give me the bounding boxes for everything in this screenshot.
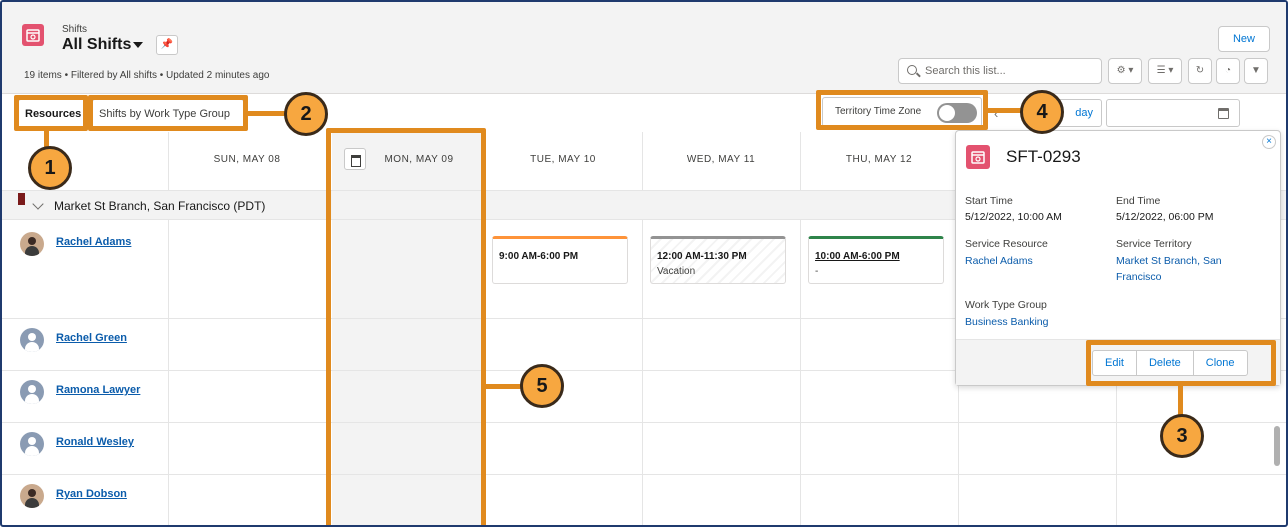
callout-badge-2: 2 bbox=[284, 92, 328, 136]
popover-action-group: Edit Delete Clone bbox=[1092, 350, 1248, 376]
day-calendar-icon[interactable] bbox=[344, 148, 366, 170]
resource-name-link[interactable]: Rachel Green bbox=[56, 332, 127, 344]
chart-icon: ◔ bbox=[1224, 65, 1232, 76]
app-frame: Shifts All Shifts 📌 19 items • Filtered … bbox=[0, 0, 1288, 527]
refresh-button[interactable]: ↻ bbox=[1188, 58, 1212, 84]
territory-time-zone-label: Territory Time Zone bbox=[835, 106, 922, 117]
service-territory-label: Service Territory bbox=[1116, 238, 1192, 250]
filter-button[interactable]: ▼ bbox=[1244, 58, 1268, 84]
avatar bbox=[20, 380, 44, 404]
list-view-chevron-down-icon[interactable] bbox=[133, 42, 143, 48]
callout-badge-5: 5 bbox=[520, 364, 564, 408]
shift-record-icon bbox=[966, 145, 990, 169]
table-view-icon: ☰ ▾ bbox=[1156, 65, 1174, 76]
list-meta-info: 19 items • Filtered by All shifts • Upda… bbox=[24, 70, 270, 81]
start-time-value: 5/12/2022, 10:00 AM bbox=[965, 211, 1062, 223]
territory-group-label: Market St Branch, San Francisco (PDT) bbox=[54, 199, 266, 213]
tab-shifts-by-work-type-group[interactable]: Shifts by Work Type Group bbox=[92, 99, 244, 129]
object-label: Shifts bbox=[62, 24, 88, 35]
list-view-title[interactable]: All Shifts bbox=[62, 36, 131, 54]
end-time-label: End Time bbox=[1116, 195, 1161, 207]
work-type-group-label: Work Type Group bbox=[965, 299, 1047, 311]
search-placeholder: Search this list... bbox=[925, 65, 1006, 77]
resource-name-link[interactable]: Ronald Wesley bbox=[56, 436, 134, 448]
resource-name-link[interactable]: Rachel Adams bbox=[56, 236, 131, 248]
shift-card-selected[interactable]: 10:00 AM-6:00 PM - bbox=[808, 236, 944, 284]
search-input[interactable]: Search this list... bbox=[898, 58, 1102, 84]
group-collapse-chevron-icon[interactable] bbox=[32, 198, 44, 210]
edit-button[interactable]: Edit bbox=[1093, 351, 1137, 375]
date-picker-input[interactable] bbox=[1106, 99, 1240, 127]
callout-connector bbox=[484, 384, 522, 389]
shift-detail-popover: × SFT-0293 Start Time 5/12/2022, 10:00 A… bbox=[955, 130, 1281, 386]
charts-button[interactable]: ◔ bbox=[1216, 58, 1240, 84]
day-header-mon: MON, MAY 09 bbox=[384, 154, 454, 165]
display-as-button[interactable]: ☰ ▾ bbox=[1148, 58, 1182, 84]
delete-button[interactable]: Delete bbox=[1137, 351, 1194, 375]
resource-name-link[interactable]: Ryan Dobson bbox=[56, 488, 127, 500]
gear-icon: ⚙ ▾ bbox=[1116, 65, 1134, 76]
search-icon bbox=[907, 65, 917, 75]
calendar-icon[interactable] bbox=[1218, 108, 1229, 119]
callout-connector bbox=[1178, 384, 1183, 416]
pin-icon: 📌 bbox=[160, 39, 174, 50]
shift-time: 9:00 AM-6:00 PM bbox=[499, 251, 579, 262]
territory-time-zone-control: Territory Time Zone bbox=[822, 97, 982, 127]
territory-time-zone-toggle[interactable] bbox=[937, 103, 977, 123]
shifts-calendar-icon bbox=[22, 24, 44, 46]
shift-time: 10:00 AM-6:00 PM bbox=[815, 251, 900, 262]
filter-icon: ▼ bbox=[1251, 65, 1261, 76]
row-divider bbox=[2, 422, 1286, 423]
pin-list-button[interactable]: 📌 bbox=[156, 35, 178, 55]
shift-time: 12:00 AM-11:30 PM bbox=[657, 251, 747, 262]
shift-card[interactable]: 9:00 AM-6:00 PM bbox=[492, 236, 628, 284]
list-header: Shifts All Shifts 📌 19 items • Filtered … bbox=[2, 2, 1286, 94]
day-header-sun: SUN, MAY 08 bbox=[213, 154, 281, 165]
avatar bbox=[20, 328, 44, 352]
resource-name-link[interactable]: Ramona Lawyer bbox=[56, 384, 140, 396]
day-header-tue: TUE, MAY 10 bbox=[530, 154, 596, 165]
shift-subtitle: Vacation bbox=[657, 266, 696, 277]
close-icon[interactable]: × bbox=[1262, 135, 1276, 149]
callout-badge-1: 1 bbox=[28, 146, 72, 190]
refresh-icon: ↻ bbox=[1195, 65, 1205, 76]
day-header-wed: WED, MAY 11 bbox=[686, 154, 756, 165]
work-type-group-link[interactable]: Business Banking bbox=[965, 314, 1048, 330]
shift-card[interactable]: 12:00 AM-11:30 PM Vacation bbox=[650, 236, 786, 284]
vertical-scrollbar[interactable] bbox=[1274, 426, 1280, 466]
list-settings-button[interactable]: ⚙ ▾ bbox=[1108, 58, 1142, 84]
callout-connector bbox=[246, 111, 286, 116]
tab-resources[interactable]: Resources bbox=[18, 99, 86, 129]
popover-footer: Edit Delete Clone bbox=[956, 339, 1280, 385]
callout-badge-3: 3 bbox=[1160, 414, 1204, 458]
shift-subtitle: - bbox=[815, 266, 819, 277]
start-time-label: Start Time bbox=[965, 195, 1013, 207]
day-header-thu: THU, MAY 12 bbox=[845, 154, 913, 165]
territory-flag-icon bbox=[18, 193, 25, 205]
callout-badge-4: 4 bbox=[1020, 90, 1064, 134]
end-time-value: 5/12/2022, 06:00 PM bbox=[1116, 211, 1214, 223]
clone-button[interactable]: Clone bbox=[1194, 351, 1247, 375]
avatar bbox=[20, 432, 44, 456]
row-divider bbox=[2, 474, 1286, 475]
avatar bbox=[20, 232, 44, 256]
service-resource-label: Service Resource bbox=[965, 238, 1048, 250]
service-territory-link[interactable]: Market St Branch, San Francisco bbox=[1116, 253, 1256, 285]
shift-record-title: SFT-0293 bbox=[1006, 147, 1081, 166]
new-button[interactable]: New bbox=[1218, 26, 1270, 52]
service-resource-link[interactable]: Rachel Adams bbox=[965, 253, 1033, 269]
callout-connector bbox=[986, 108, 1022, 113]
avatar bbox=[20, 484, 44, 508]
